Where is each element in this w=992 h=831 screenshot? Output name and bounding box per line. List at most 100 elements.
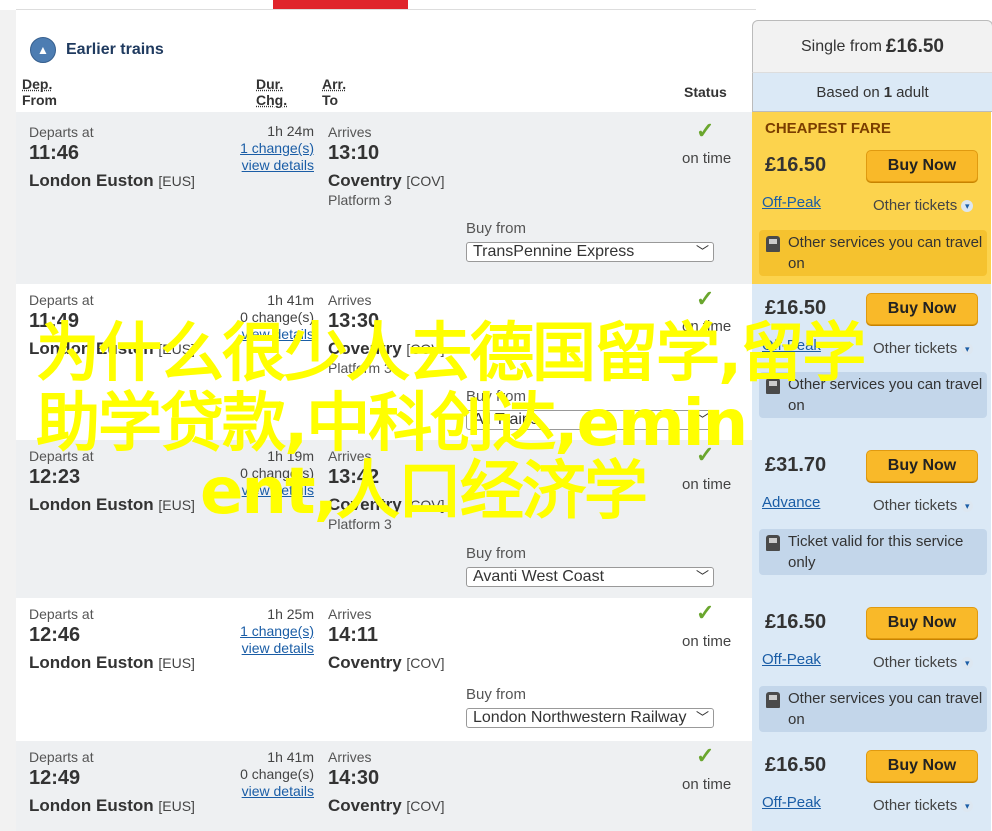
- ticket-type-link[interactable]: Off-Peak: [762, 194, 821, 211]
- arrival-station-name: Coventry: [328, 495, 402, 514]
- view-details-link[interactable]: view details: [230, 157, 314, 174]
- changes-text: 0 change(s): [240, 309, 314, 325]
- check-icon: ✓: [696, 743, 715, 768]
- ticket-info-text: Other services you can travel on: [788, 690, 983, 728]
- check-icon: ✓: [696, 118, 715, 143]
- chevron-down-icon: ﹀: [695, 710, 709, 725]
- check-icon: ✓: [696, 286, 715, 311]
- col-header-dep-abbr: Dep.: [22, 76, 53, 92]
- arrival-station-code: [COV]: [406, 341, 445, 357]
- departure-station-code: [EUS]: [158, 173, 195, 189]
- departure-station: London Euston [EUS]: [29, 171, 195, 191]
- view-details-link[interactable]: view details: [230, 482, 314, 499]
- col-header-dep[interactable]: Dep. From: [22, 76, 57, 108]
- single-from-price: £16.50: [885, 35, 945, 57]
- operator-select[interactable]: All Trains ﹀: [466, 410, 714, 430]
- departure-time: 12:23: [29, 466, 81, 488]
- ticket-type-link[interactable]: Off-Peak: [762, 337, 821, 354]
- fare-price: £16.50: [765, 297, 827, 319]
- top-tab-bar: [0, 0, 992, 10]
- duration-cell: 1h 41m 0 change(s) view details: [230, 292, 314, 343]
- earlier-trains-link[interactable]: ▲ Earlier trains: [30, 36, 164, 64]
- departure-time: 11:49: [29, 310, 80, 332]
- view-details-link[interactable]: view details: [230, 326, 314, 343]
- train-icon: [766, 692, 780, 708]
- buy-now-button[interactable]: Buy Now: [866, 750, 978, 782]
- check-icon: ✓: [696, 442, 715, 467]
- col-header-arr-to: To: [322, 92, 339, 108]
- based-on-count: 1: [883, 83, 893, 101]
- check-icon: ✓: [696, 600, 715, 625]
- arrival-station-name: Coventry: [328, 653, 402, 672]
- operator-select-value: Avanti West Coast: [473, 568, 605, 585]
- single-from-label: Single from: [800, 37, 882, 55]
- other-tickets-toggle[interactable]: Other tickets ▾: [873, 340, 974, 357]
- platform: Platform 3: [328, 192, 392, 208]
- arrival-station: Coventry [COV]: [328, 171, 445, 191]
- operator-select-value: London Northwestern Railway: [473, 709, 687, 726]
- departure-station-code: [EUS]: [158, 798, 195, 814]
- arrives-label: Arrives: [328, 124, 372, 140]
- departure-station-code: [EUS]: [158, 341, 195, 357]
- journey-row: Departs at 11:46 London Euston [EUS] 1h …: [16, 112, 752, 284]
- view-details-link[interactable]: view details: [230, 783, 314, 800]
- chevron-down-icon: ▾: [961, 200, 974, 213]
- buy-from-label: Buy from: [466, 388, 527, 405]
- ticket-type-link[interactable]: Off-Peak: [762, 651, 821, 668]
- col-header-arr-abbr: Arr.: [322, 76, 347, 92]
- chevron-down-icon: ﹀: [695, 569, 709, 584]
- buy-now-button[interactable]: Buy Now: [866, 450, 978, 482]
- chevron-down-icon: ▾: [961, 500, 974, 513]
- arrival-station: Coventry [COV]: [328, 339, 445, 359]
- ticket-info-text: Ticket valid for this service only: [788, 533, 964, 571]
- ticket-type-link[interactable]: Advance: [762, 494, 820, 511]
- ticket-info-text: Other services you can travel on: [788, 234, 983, 272]
- buy-now-button[interactable]: Buy Now: [866, 150, 978, 182]
- other-tickets-toggle[interactable]: Other tickets ▾: [873, 797, 974, 814]
- ticket-info-note: Other services you can travel on: [759, 686, 987, 732]
- col-header-duration[interactable]: Dur. Chg.: [256, 76, 287, 108]
- view-details-link[interactable]: view details: [230, 640, 314, 657]
- arrival-station-code: [COV]: [406, 798, 445, 814]
- journey-row: Departs at 12:49 London Euston [EUS] 1h …: [16, 741, 752, 831]
- other-tickets-label: Other tickets: [873, 797, 958, 814]
- arrival-station: Coventry [COV]: [328, 653, 445, 673]
- departs-at-label: Departs at: [29, 448, 94, 464]
- status-text: on time: [682, 476, 732, 493]
- operator-select[interactable]: Avanti West Coast ﹀: [466, 567, 714, 587]
- operator-select-value: All Trains: [473, 411, 539, 428]
- chevron-down-icon: ﹀: [695, 244, 709, 259]
- buy-now-button[interactable]: Buy Now: [866, 293, 978, 325]
- col-header-chg-abbr: Chg.: [256, 92, 288, 108]
- ticket-type-link[interactable]: Off-Peak: [762, 794, 821, 811]
- chevron-down-icon: ﹀: [695, 412, 709, 427]
- changes-link[interactable]: 1 change(s): [230, 140, 314, 157]
- other-tickets-toggle[interactable]: Other tickets ▾: [873, 197, 974, 214]
- operator-select[interactable]: London Northwestern Railway ﹀: [466, 708, 714, 728]
- col-header-arr[interactable]: Arr. To: [322, 76, 346, 108]
- other-tickets-toggle[interactable]: Other tickets ▾: [873, 497, 974, 514]
- chevron-down-icon: ▾: [961, 800, 974, 813]
- duration-cell: 1h 24m 1 change(s) view details: [230, 123, 314, 174]
- changes-link[interactable]: 1 change(s): [230, 623, 314, 640]
- arrival-station: Coventry [COV]: [328, 495, 445, 515]
- departure-station: London Euston [EUS]: [29, 339, 195, 359]
- ticket-info-text: Other services you can travel on: [788, 376, 983, 414]
- changes-text: 0 change(s): [240, 766, 314, 782]
- operator-select[interactable]: TransPennine Express ﹀: [466, 242, 714, 262]
- arrives-label: Arrives: [328, 749, 372, 765]
- duration: 1h 19m: [267, 448, 314, 464]
- departure-station: London Euston [EUS]: [29, 495, 195, 515]
- ticket-info-note: Other services you can travel on: [759, 372, 987, 418]
- status-text: on time: [682, 150, 732, 167]
- buy-from-label: Buy from: [466, 686, 527, 703]
- fare-cell: £16.50 Buy Now Off-Peak Other tickets ▾ O…: [752, 598, 991, 741]
- journey-row: Departs at 12:46 London Euston [EUS] 1h …: [16, 598, 752, 741]
- buy-from-label: Buy from: [466, 545, 527, 562]
- duration: 1h 41m: [267, 292, 314, 308]
- based-on-box: Based on 1 adult: [752, 72, 992, 112]
- duration-cell: 1h 41m 0 change(s) view details: [230, 749, 314, 800]
- other-tickets-toggle[interactable]: Other tickets ▾: [873, 654, 974, 671]
- buy-now-button[interactable]: Buy Now: [866, 607, 978, 639]
- earlier-trains-label: Earlier trains: [66, 41, 164, 58]
